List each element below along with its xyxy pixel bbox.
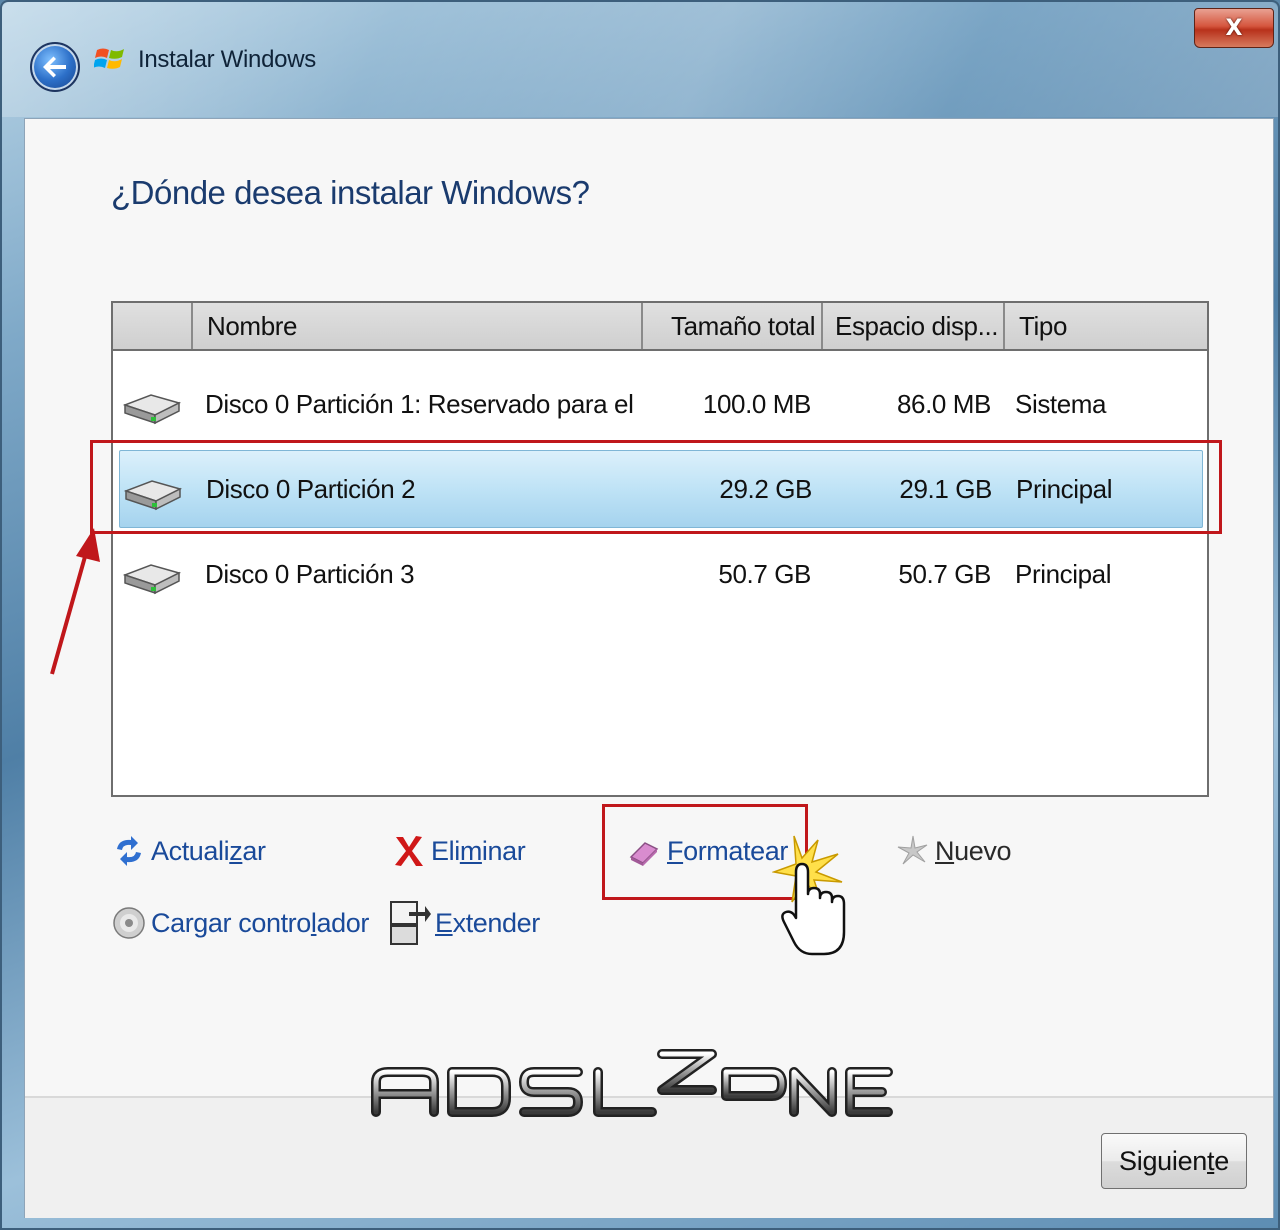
refresh-label-pre: Actuali (151, 835, 230, 866)
partition-highlight-box (90, 440, 1222, 534)
setup-window: Instalar Windows X ¿Dónde desea instalar… (0, 0, 1280, 1230)
adslzone-watermark-logo (371, 1049, 893, 1117)
hard-drive-icon (122, 564, 182, 595)
cell-free-space: 86.0 MB (896, 389, 991, 419)
cd-icon (113, 907, 145, 939)
delete-label-post: inar (481, 835, 526, 866)
load-driver-label-pre: Cargar contro (151, 907, 311, 938)
table-row[interactable]: Disco 0 Partición 3 50.7 GB 50.7 GB Prin… (113, 535, 1207, 613)
cell-type: Sistema (1015, 389, 1107, 419)
next-label-pre: Siguien (1119, 1145, 1208, 1176)
annotation-arrow-icon (50, 528, 100, 675)
column-header-free-space[interactable]: Espacio disp... (821, 303, 1003, 349)
windows-logo-icon (94, 48, 124, 69)
cell-name: Disco 0 Partición 3 (205, 559, 415, 589)
load-driver-label-post: ador (316, 907, 369, 938)
new-label-post: uevo (954, 835, 1012, 866)
extend-label-accesskey: E (435, 907, 453, 938)
refresh-icon (117, 836, 141, 866)
refresh-label-accesskey: z (229, 835, 243, 866)
sparkle-icon (897, 835, 928, 865)
cell-total-size: 100.0 MB (702, 389, 811, 419)
extend-label-post: xtender (452, 907, 541, 938)
column-header-type[interactable]: Tipo (1003, 303, 1207, 349)
hand-cursor-icon (772, 835, 846, 956)
arrow-left-icon (43, 56, 66, 78)
table-header: Nombre Tamaño total Espacio disp... Tipo (113, 303, 1207, 351)
refresh-label-post: ar (242, 835, 266, 866)
cell-total-size: 50.7 GB (718, 559, 811, 589)
cell-name: Disco 0 Partición 1: Reservado para el s… (205, 389, 635, 419)
back-button[interactable] (30, 42, 80, 92)
column-header-name[interactable]: Nombre (191, 303, 641, 349)
window-title: Instalar Windows (138, 46, 316, 73)
new-label-accesskey: N (935, 835, 955, 866)
delete-label-accesskey: m (459, 835, 482, 866)
title-bar: Instalar Windows X (2, 2, 1278, 117)
delete-x-icon (395, 836, 423, 866)
partition-table: Nombre Tamaño total Espacio disp... Tipo… (111, 301, 1209, 797)
next-label-accesskey: t (1207, 1145, 1215, 1176)
extend-link[interactable]: Extender (387, 901, 541, 945)
page-title: ¿Dónde desea instalar Windows? (111, 174, 590, 211)
next-label-post: e (1214, 1145, 1229, 1176)
column-header-total-size[interactable]: Tamaño total (641, 303, 821, 349)
cell-free-space: 50.7 GB (898, 559, 991, 589)
close-button[interactable]: X (1194, 8, 1274, 48)
delete-link[interactable]: Eli m inar (391, 831, 526, 871)
delete-label-pre: Eli (431, 835, 460, 866)
cell-type: Principal (1015, 559, 1112, 589)
next-button[interactable]: Siguien t e (1101, 1133, 1247, 1189)
hard-drive-icon (122, 394, 182, 425)
table-row[interactable]: Disco 0 Partición 1: Reservado para el s… (113, 365, 1207, 443)
extend-disk-icon (390, 901, 431, 945)
refresh-link[interactable]: Actuali z ar (111, 831, 266, 871)
new-link[interactable]: Nuevo (895, 831, 1011, 871)
load-driver-link[interactable]: Cargar contro l ador (111, 903, 369, 943)
